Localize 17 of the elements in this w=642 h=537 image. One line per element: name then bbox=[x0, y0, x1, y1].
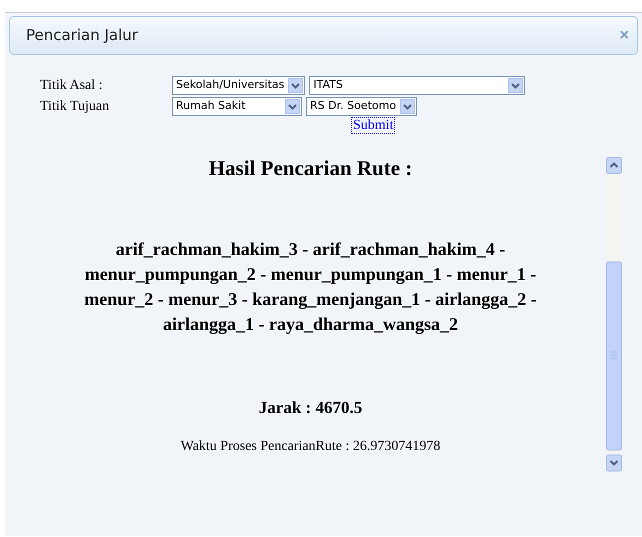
caret-icon bbox=[288, 78, 304, 93]
route-text: arif_rachman_hakim_3 - arif_rachman_hakim_4 - menur_pumpungan_2 - menur_pumpungan_1 - menur_1 - menur_2 - menur_3 - karang_menjangan_1 - airlangga_2 - airlangga_1 - raya_dharma_wangsa_2 bbox=[83, 238, 538, 336]
scrollbar-drawing[interactable] bbox=[606, 157, 622, 473]
distance-text: Jarak : 4670.5 bbox=[258, 396, 362, 418]
process-time-text: Waktu Proses PencarianRute : 26.9730741978 bbox=[180, 438, 440, 456]
submit-button[interactable]: Submit bbox=[351, 117, 396, 134]
field-label: Titik Tujuan bbox=[40, 98, 110, 116]
result-heading: Hasil Pencarian Rute : bbox=[208, 155, 412, 182]
field-label: Titik Asal : bbox=[40, 77, 104, 95]
caret-icon bbox=[508, 78, 524, 93]
dialog-title: Pencarian Jalur bbox=[26, 25, 138, 46]
caret-icon bbox=[400, 99, 416, 114]
dropdown[interactable]: ITATS bbox=[309, 76, 526, 95]
dropdown[interactable]: Sekolah/Universitas bbox=[172, 76, 306, 95]
caret-icon bbox=[285, 99, 300, 114]
dropdown[interactable]: Rumah Sakit bbox=[172, 97, 302, 116]
dropdown[interactable]: RS Dr. Soetomo bbox=[306, 97, 418, 116]
